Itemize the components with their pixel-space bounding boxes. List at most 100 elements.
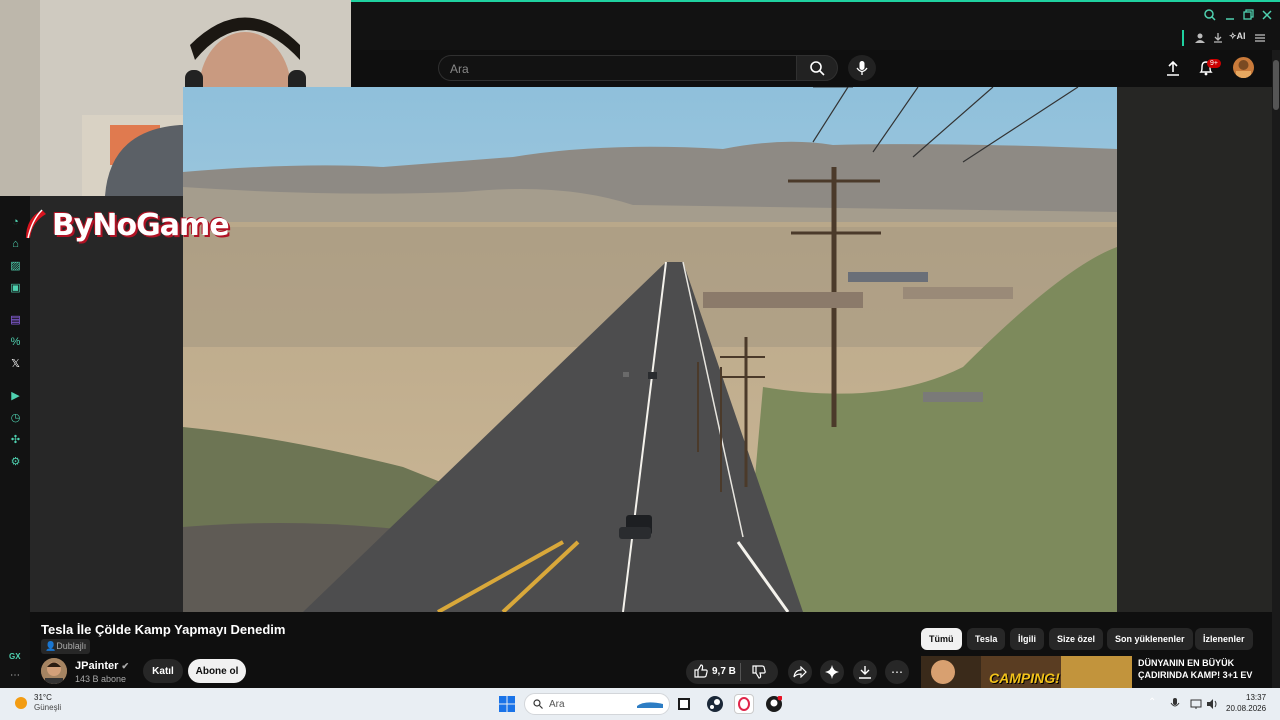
voice-search-button[interactable] — [848, 55, 876, 81]
profile-icon[interactable] — [1194, 32, 1206, 44]
system-clock[interactable]: 13:37 20.08.2026 — [1226, 692, 1266, 714]
dubbed-icon: 👤 — [45, 641, 57, 651]
search-icon — [810, 61, 825, 76]
share-button[interactable] — [788, 660, 812, 684]
account-avatar[interactable] — [1233, 57, 1254, 78]
chip-recently-uploaded[interactable]: Son yüklenenler — [1107, 628, 1193, 650]
dislike-button[interactable] — [752, 665, 766, 684]
discount-icon[interactable]: % — [8, 334, 23, 349]
like-dislike-group: 9,7 B — [686, 660, 778, 684]
volume-icon[interactable] — [1206, 697, 1218, 715]
menu-icon[interactable] — [1254, 32, 1266, 44]
like-divider — [740, 663, 741, 681]
scrollbar-thumb[interactable] — [1273, 60, 1279, 110]
extensions-icon[interactable]: ✣ — [8, 432, 23, 447]
video-pillarbox-left — [30, 196, 183, 612]
bynogame-logo: ByNoGame — [22, 205, 230, 245]
chip-all[interactable]: Tümü — [921, 628, 962, 650]
ai-spark-icon: ✧ — [1229, 31, 1237, 41]
video-pillarbox-right — [1117, 87, 1272, 612]
channel-name-text: JPainter — [75, 660, 119, 672]
ai-button[interactable]: ✧AI — [1229, 31, 1246, 42]
restore-icon[interactable] — [1241, 8, 1255, 22]
taskbar-search-placeholder: Ara — [549, 698, 565, 710]
messenger-icon[interactable]: ▣ — [8, 280, 23, 295]
video-player[interactable] — [183, 87, 1117, 612]
start-button[interactable] — [497, 694, 517, 714]
recommendation-title-line1: DÜNYANIN EN BÜYÜK — [1138, 658, 1235, 668]
thumbs-down-icon — [752, 665, 766, 679]
upload-button[interactable] — [1163, 59, 1183, 77]
gx-label: GX — [9, 652, 21, 661]
clock-date: 20.08.2026 — [1226, 704, 1267, 713]
microphone-icon[interactable] — [1170, 697, 1180, 715]
github-icon[interactable] — [764, 694, 784, 714]
search-button[interactable] — [796, 55, 838, 81]
video-frame — [183, 87, 1117, 612]
player-icon[interactable]: ▶ — [8, 388, 23, 403]
more-dots-icon: ⋯ — [891, 665, 903, 679]
weather-widget[interactable]: 31°C Güneşli — [14, 693, 61, 713]
chip-related[interactable]: İlgili — [1010, 628, 1044, 650]
steam-icon[interactable] — [705, 694, 725, 714]
gx-news-icon[interactable]: ▨ — [8, 258, 23, 273]
windows-logo-icon — [499, 696, 515, 712]
chip-for-you[interactable]: Size özel — [1049, 628, 1104, 650]
search-icon — [533, 699, 543, 709]
gx-control-icon[interactable]: ◔ — [8, 214, 23, 229]
sun-icon — [15, 697, 27, 709]
more-dots-icon[interactable]: ⋯ — [10, 670, 20, 681]
x-twitter-icon[interactable]: 𝕏 — [8, 356, 23, 371]
toolbar-divider — [1182, 30, 1184, 46]
join-button[interactable]: Katıl — [143, 659, 183, 683]
sparkle-icon — [825, 665, 839, 679]
chip-tesla[interactable]: Tesla — [967, 628, 1006, 650]
verified-icon: ✔ — [121, 661, 130, 671]
search-highlight-icon — [637, 702, 663, 708]
channel-name[interactable]: JPainter ✔ — [75, 660, 129, 672]
microphone-icon — [856, 61, 868, 75]
download-video-button[interactable] — [853, 660, 877, 684]
download-icon[interactable] — [1212, 32, 1224, 44]
thumbnail-text: CAMPING! — [989, 670, 1060, 686]
temperature: 31°C — [34, 693, 52, 702]
share-icon — [793, 666, 807, 678]
subscriber-count: 143 B abone — [75, 674, 127, 684]
opera-gx-icon[interactable] — [734, 694, 754, 714]
notification-badge: 9+ — [1207, 59, 1221, 68]
video-title: Tesla İle Çölde Kamp Yapmayı Denedim — [41, 622, 286, 637]
clock-time: 13:37 — [1246, 693, 1267, 702]
settings-gear-icon[interactable]: ⚙ — [8, 454, 23, 469]
dubbed-badge: 👤Dublajlı — [41, 639, 91, 654]
more-actions-button[interactable]: ⋯ — [885, 660, 909, 684]
weather-condition: Güneşli — [34, 703, 62, 712]
ask-ai-button[interactable] — [820, 660, 844, 684]
ai-label: AI — [1236, 31, 1246, 41]
download-icon — [859, 666, 871, 679]
subscribe-button[interactable]: Abone ol — [188, 659, 246, 683]
network-icon[interactable] — [1190, 697, 1202, 715]
logo-text: ByNoGame — [52, 207, 230, 243]
upload-icon — [1167, 60, 1179, 76]
close-icon[interactable] — [1260, 8, 1274, 22]
recommendation-title[interactable]: DÜNYANIN EN BÜYÜK ÇADIRINDA KAMP! 3+1 EV — [1138, 657, 1268, 681]
feather-logo-icon — [26, 209, 46, 239]
gx-corner-icon[interactable]: ⌂ — [8, 236, 23, 251]
history-icon[interactable]: ◷ — [8, 410, 23, 425]
twitch-icon[interactable]: ▤ — [8, 312, 23, 327]
dubbed-label: Dublajlı — [56, 641, 87, 651]
taskbar-search-input[interactable]: Ara — [524, 693, 670, 715]
like-count: 9,7 B — [712, 665, 736, 677]
browser-title-bar: ✧AI — [351, 0, 1280, 50]
chip-watched[interactable]: İzlenenler — [1195, 628, 1253, 650]
thumbs-up-icon — [694, 664, 708, 678]
page-scrollbar[interactable] — [1272, 50, 1280, 688]
recommendation-thumbnail[interactable]: CAMPING! — [921, 656, 1132, 688]
minimize-icon[interactable] — [1223, 8, 1237, 22]
chevron-up-icon[interactable]: ⌃ — [1148, 697, 1156, 708]
like-button[interactable]: 9,7 B — [694, 664, 736, 678]
search-icon[interactable] — [1203, 8, 1217, 22]
search-input[interactable]: Ara — [438, 55, 796, 81]
channel-avatar[interactable] — [41, 658, 67, 684]
task-view-icon[interactable] — [674, 694, 694, 714]
